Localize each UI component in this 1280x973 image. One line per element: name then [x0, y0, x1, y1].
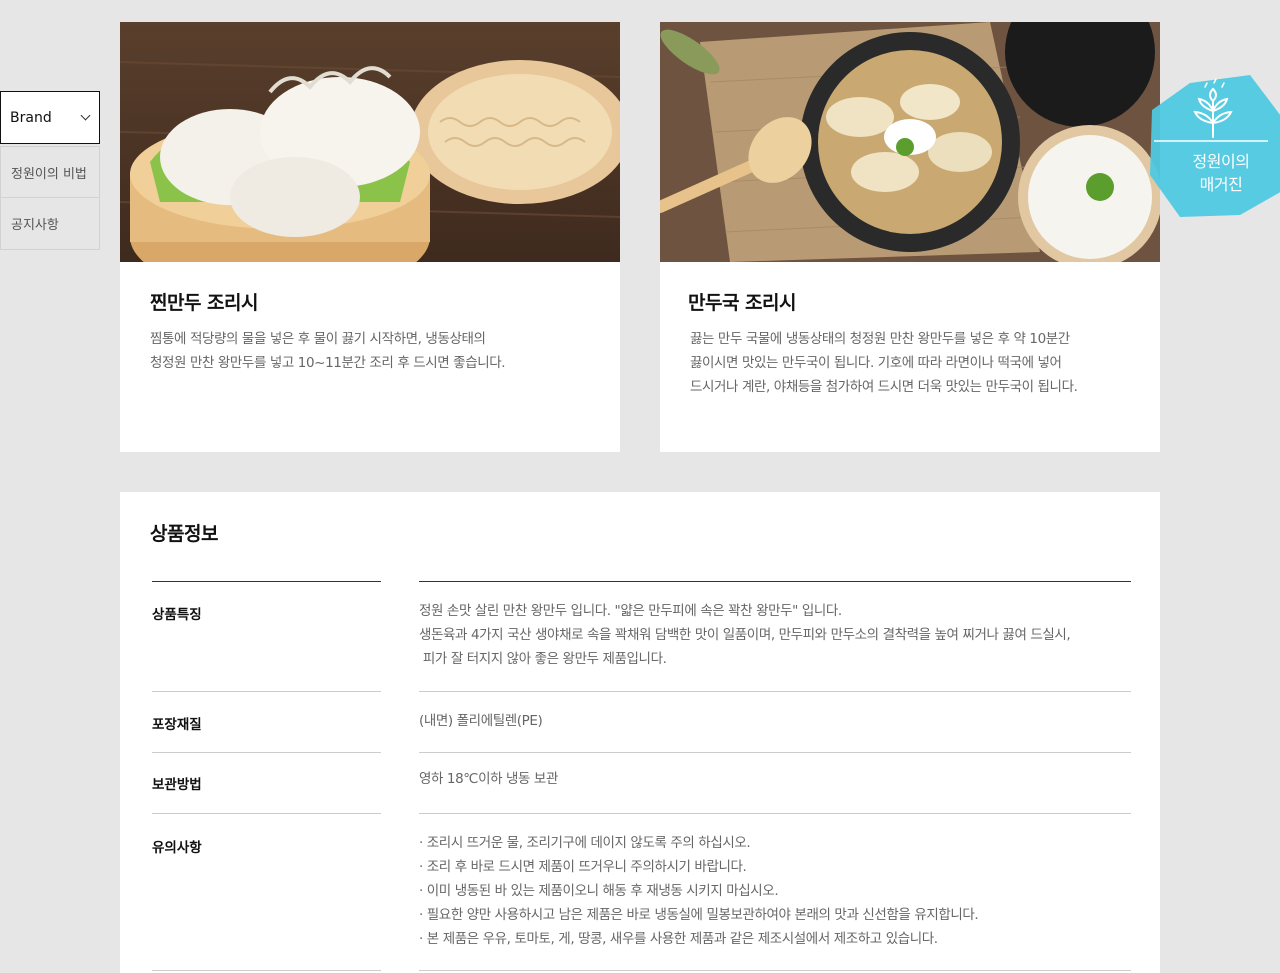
info-line: · 조리 후 바로 드시면 제품이 뜨거우니 주의하시기 바랍니다. — [419, 859, 747, 875]
info-row-value: 영하 18℃이하 냉동 보관 — [419, 767, 1131, 791]
product-info-section: 상품정보 상품특징 정원 손맛 살린 만찬 왕만두 입니다. "얇은 만두피에 … — [120, 492, 1160, 973]
info-row-value: · 조리시 뜨거운 물, 조리기구에 데이지 않도록 주의 하십시오. · 조리… — [419, 831, 1131, 951]
divider — [152, 752, 381, 753]
magazine-button[interactable]: 정원이의 매거진 — [1150, 75, 1280, 217]
card-line: 드시거나 계란, 야채등을 첨가하여 드시면 더욱 맛있는 만두국이 됩니다. — [690, 379, 1078, 395]
divider — [152, 581, 381, 582]
info-line: 정원 손맛 살린 만찬 왕만두 입니다. "얇은 만두피에 속은 꽉찬 왕만두"… — [419, 603, 842, 619]
card-line: 끓는 만두 국물에 냉동상태의 청정원 만찬 왕만두를 넣은 후 약 10분간 — [690, 331, 1070, 347]
info-line: · 조리시 뜨거운 물, 조리기구에 데이지 않도록 주의 하십시오. — [419, 835, 751, 851]
recipe-card-soup: 만두국 조리시 끓는 만두 국물에 냉동상태의 청정원 만찬 왕만두를 넣은 후… — [660, 22, 1160, 452]
info-row-value: (내면) 폴리에틸렌(PE) — [419, 709, 1131, 733]
side-link-secret[interactable]: 정원이의 비법 — [0, 146, 100, 198]
divider — [419, 691, 1131, 692]
divider — [419, 752, 1131, 753]
card-title: 만두국 조리시 — [688, 292, 797, 314]
side-link-label: 공지사항 — [11, 218, 59, 233]
info-row-value: 정원 손맛 살린 만찬 왕만두 입니다. "얇은 만두피에 속은 꽉찬 왕만두"… — [419, 599, 1131, 671]
brand-select-label: Brand — [10, 109, 52, 126]
steamed-dumpling-photo — [120, 22, 620, 262]
side-nav: Brand 정원이의 비법 공지사항 — [0, 91, 100, 250]
info-row-label: 상품특징 — [152, 607, 202, 623]
magazine-label: 정원이의 매거진 — [1158, 150, 1280, 196]
chevron-down-icon — [80, 110, 91, 121]
info-line: 생돈육과 4가지 국산 생야채로 속을 꽉채워 담백한 맛이 일품이며, 만두피… — [419, 627, 1071, 643]
divider — [152, 691, 381, 692]
divider — [419, 970, 1131, 971]
card-description: 끓는 만두 국물에 냉동상태의 청정원 만찬 왕만두를 넣은 후 약 10분간 … — [690, 327, 1130, 399]
info-line: 피가 잘 터지지 않아 좋은 왕만두 제품입니다. — [419, 651, 667, 667]
info-line: (내면) 폴리에틸렌(PE) — [419, 713, 543, 729]
info-row-label: 포장재질 — [152, 717, 202, 733]
magazine-label-line1: 정원이의 — [1192, 152, 1250, 171]
side-link-notice[interactable]: 공지사항 — [0, 198, 100, 250]
divider — [419, 581, 1131, 582]
card-line: 찜통에 적당량의 물을 넣은 후 물이 끓기 시작하면, 냉동상태의 — [150, 331, 486, 347]
card-line: 끓이시면 맛있는 만두국이 됩니다. 기호에 따라 라면이나 떡국에 넣어 — [690, 355, 1062, 371]
info-row-label: 보관방법 — [152, 777, 202, 793]
info-line: · 본 제품은 우유, 토마토, 게, 땅콩, 새우를 사용한 제품과 같은 제… — [419, 931, 938, 947]
divider — [152, 813, 381, 814]
info-line: · 필요한 양만 사용하시고 남은 제품은 바로 냉동실에 밀봉보관하여야 본래… — [419, 907, 979, 923]
dumpling-soup-photo — [660, 22, 1160, 262]
card-description: 찜통에 적당량의 물을 넣은 후 물이 끓기 시작하면, 냉동상태의 청정원 만… — [150, 327, 590, 375]
magazine-label-line2: 매거진 — [1199, 175, 1243, 194]
info-line: · 이미 냉동된 바 있는 제품이오니 해동 후 재냉동 시키지 마십시오. — [419, 883, 779, 899]
product-info-title: 상품정보 — [150, 523, 218, 545]
divider — [152, 970, 381, 971]
info-row-label: 유의사항 — [152, 840, 202, 856]
side-link-label: 정원이의 비법 — [11, 166, 87, 182]
recipe-card-steamed: 찐만두 조리시 찜통에 적당량의 물을 넣은 후 물이 끓기 시작하면, 냉동상… — [120, 22, 620, 452]
brand-select[interactable]: Brand — [0, 91, 100, 144]
info-line: 영하 18℃이하 냉동 보관 — [419, 771, 558, 787]
divider — [419, 813, 1131, 814]
card-title: 찐만두 조리시 — [150, 292, 259, 314]
card-line: 청정원 만찬 왕만두를 넣고 10~11분간 조리 후 드시면 좋습니다. — [150, 355, 506, 371]
